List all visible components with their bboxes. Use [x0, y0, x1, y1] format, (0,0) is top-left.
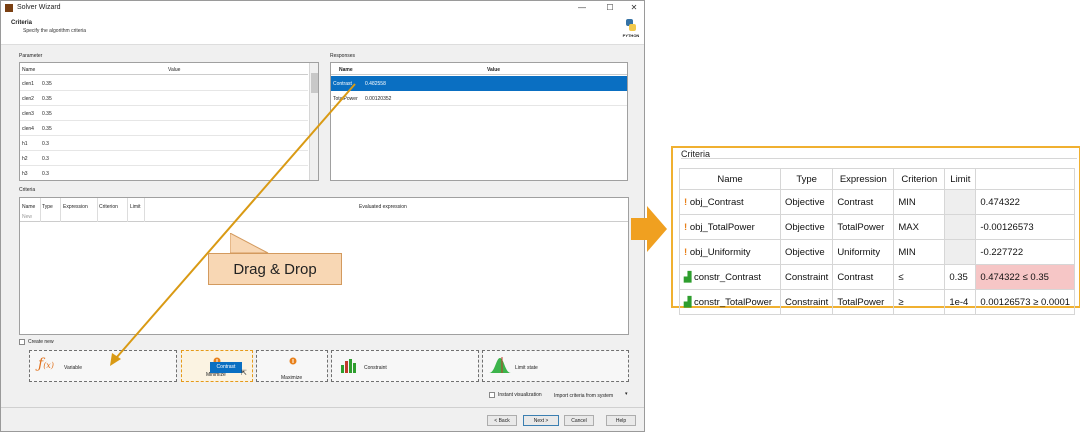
callout-pointer — [230, 233, 269, 254]
criterion-criterion: MIN — [893, 239, 946, 265]
criterion-name: obj_TotalPower — [689, 221, 755, 233]
criterion-evaluated: -0.00126573 — [975, 214, 1076, 240]
criterion-limit — [944, 239, 977, 265]
criterion-limit — [944, 189, 977, 215]
table-row[interactable]: ! obj_Uniformity Objective Uniformity MI… — [679, 239, 1076, 265]
zoomed-criteria-table: Name Type Expression Criterion Limit ! o… — [679, 168, 1076, 315]
table-row[interactable]: ▟ constr_TotalPower Constraint TotalPowe… — [679, 289, 1076, 315]
table-header-row: Name Type Expression Criterion Limit — [679, 168, 1076, 190]
table-row[interactable]: ! obj_TotalPower Objective TotalPower MA… — [679, 214, 1076, 240]
criterion-criterion: ≥ — [893, 289, 946, 315]
criterion-type: Constraint — [779, 289, 834, 315]
criterion-name: constr_TotalPower — [693, 296, 773, 308]
criterion-name: obj_Uniformity — [689, 246, 751, 258]
criterion-expression: TotalPower — [832, 214, 895, 240]
criterion-limit — [944, 214, 977, 240]
criterion-evaluated: 0.474322 ≤ 0.35 — [975, 264, 1076, 290]
divider — [681, 158, 1077, 159]
criterion-evaluated: -0.227722 — [975, 239, 1076, 265]
column-limit[interactable]: Limit — [944, 168, 977, 190]
criterion-expression: TotalPower — [832, 289, 895, 315]
table-row[interactable]: ▟ constr_Contrast Constraint Contrast ≤ … — [679, 264, 1076, 290]
table-row[interactable]: ! obj_Contrast Objective Contrast MIN 0.… — [679, 189, 1076, 215]
column-name[interactable]: Name — [679, 168, 781, 190]
arrow-right-icon — [631, 206, 667, 252]
zoomed-criteria-panel: Criteria Name Type Expression Criterion … — [671, 146, 1080, 315]
criterion-type: Objective — [779, 214, 834, 240]
criterion-name: constr_Contrast — [693, 271, 762, 283]
column-criterion[interactable]: Criterion — [893, 168, 946, 190]
drag-drop-callout: Drag & Drop — [208, 253, 342, 285]
criterion-limit: 0.35 — [944, 264, 977, 290]
constraint-icon: ▟ — [684, 271, 694, 283]
column-expression[interactable]: Expression — [832, 168, 895, 190]
column-evaluated — [975, 168, 1076, 190]
constraint-icon: ▟ — [684, 296, 694, 308]
criterion-type: Objective — [779, 189, 834, 215]
criterion-type: Objective — [779, 239, 834, 265]
criterion-evaluated: 0.00126573 ≥ 0.0001 — [975, 289, 1076, 315]
criterion-criterion: MAX — [893, 214, 946, 240]
criterion-criterion: MIN — [893, 189, 946, 215]
criterion-expression: Uniformity — [832, 239, 895, 265]
criterion-limit: 1e-4 — [944, 289, 977, 315]
criterion-expression: Contrast — [832, 264, 895, 290]
column-type[interactable]: Type — [779, 168, 834, 190]
criterion-type: Constraint — [779, 264, 834, 290]
criterion-criterion: ≤ — [893, 264, 946, 290]
criterion-evaluated: 0.474322 — [975, 189, 1076, 215]
criterion-name: obj_Contrast — [689, 196, 744, 208]
criterion-expression: Contrast — [832, 189, 895, 215]
